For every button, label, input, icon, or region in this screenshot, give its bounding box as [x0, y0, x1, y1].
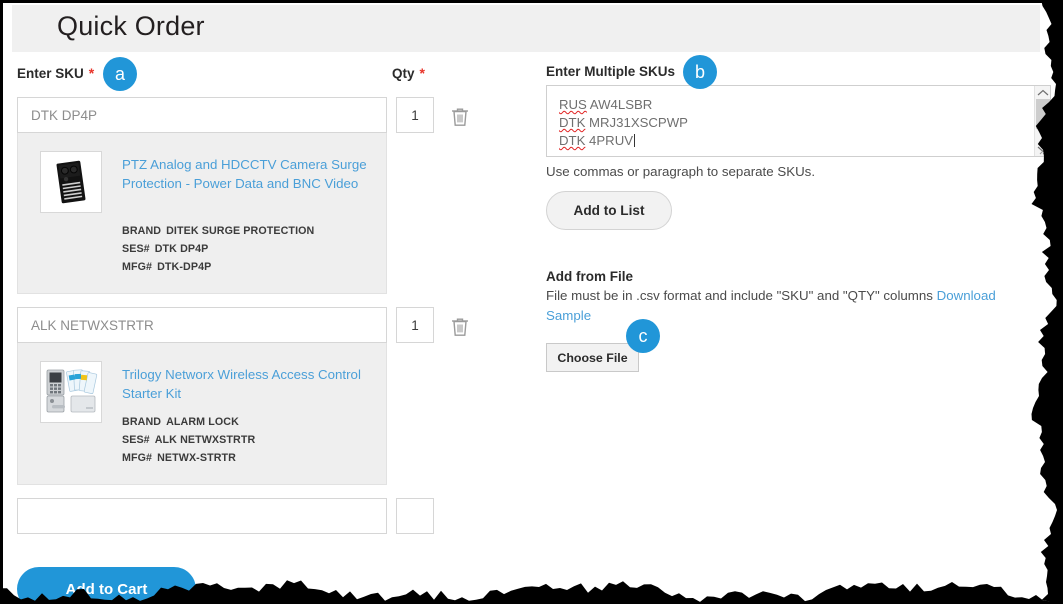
- sku-required-asterisk: *: [88, 65, 95, 81]
- mfg-value-row-2: NETWX-STRTR: [157, 452, 236, 464]
- trash-icon: [452, 318, 468, 336]
- mfg-key-row-2: MFG#: [122, 452, 153, 464]
- product-brand-row-2: BRAND ALARM LOCK: [122, 413, 239, 432]
- textarea-resize-grip[interactable]: [1037, 143, 1049, 155]
- mfg-value-row-1: DTK-DP4P: [157, 261, 212, 273]
- product-panel-row-2: Trilogy Networx Wireless Access Control …: [17, 343, 387, 485]
- annotation-badge-b: b: [683, 55, 717, 89]
- product-thumbnail-row-1: [40, 151, 102, 213]
- product-ses-row-1: SES# DTK DP4P: [122, 240, 208, 259]
- trash-icon: [452, 108, 468, 126]
- brand-value-row-2: ALARM LOCK: [166, 416, 239, 428]
- multiple-skus-field-wrap: RUS AW4LSBR DTK MRJ31XSCPWP DTK 4PRUV: [546, 85, 1051, 157]
- product-brand-row-1: BRAND DITEK SURGE PROTECTION: [122, 222, 314, 241]
- product-ses-row-2: SES# ALK NETWXSTRTR: [122, 431, 255, 450]
- product-panel-row-1: PTZ Analog and HDCCTV Camera Surge Prote…: [17, 133, 387, 294]
- page-title: Quick Order: [57, 11, 205, 41]
- qty-input-row-2[interactable]: [396, 307, 434, 343]
- enter-sku-label: Enter SKU *: [17, 65, 94, 81]
- brand-key-row-2: BRAND: [122, 416, 162, 428]
- quick-order-page: Quick Order Enter SKU * a Qty * DTK DP4P…: [0, 0, 1063, 604]
- qty-label: Qty *: [392, 65, 425, 81]
- brand-key-row-1: BRAND: [122, 225, 162, 237]
- scrollbar-thumb[interactable]: [1036, 99, 1050, 129]
- qty-input-row-1[interactable]: [396, 97, 434, 133]
- product-thumbnail-row-2: [40, 361, 102, 423]
- frame-edge-left: [0, 0, 3, 604]
- qty-required-asterisk: *: [419, 65, 425, 81]
- scroll-up-arrow-icon[interactable]: [1036, 89, 1050, 97]
- add-from-file-heading: Add from File: [546, 269, 633, 284]
- sku-input-row-1[interactable]: [17, 97, 387, 133]
- choose-file-button[interactable]: Choose File: [546, 343, 639, 372]
- product-title-row-1[interactable]: PTZ Analog and HDCCTV Camera Surge Prote…: [122, 155, 372, 193]
- ses-value-row-1: DTK DP4P: [154, 243, 209, 255]
- product-mfg-row-2: MFG# NETWX-STRTR: [122, 449, 236, 468]
- delete-row-1-button[interactable]: [450, 106, 470, 128]
- brand-value-row-1: DITEK SURGE PROTECTION: [166, 225, 315, 237]
- multiple-skus-textarea[interactable]: [546, 85, 1051, 157]
- frame-edge-top: [0, 0, 1063, 3]
- multiple-skus-hint: Use commas or paragraph to separate SKUs…: [546, 164, 816, 179]
- delete-row-2-button[interactable]: [450, 316, 470, 338]
- ses-key-row-2: SES#: [122, 434, 150, 446]
- enter-multiple-skus-label: Enter Multiple SKUs: [546, 64, 676, 79]
- sku-input-row-3[interactable]: [17, 498, 387, 534]
- enter-sku-label-text: Enter SKU: [17, 66, 84, 81]
- mfg-key-row-1: MFG#: [122, 261, 153, 273]
- qty-label-text: Qty: [392, 66, 415, 81]
- add-to-list-button[interactable]: Add to List: [546, 191, 672, 230]
- file-format-text: File must be in .csv format and include …: [546, 288, 937, 303]
- ses-key-row-1: SES#: [122, 243, 150, 255]
- file-format-description: File must be in .csv format and include …: [546, 286, 1016, 326]
- product-title-row-2[interactable]: Trilogy Networx Wireless Access Control …: [122, 365, 372, 403]
- qty-input-row-3[interactable]: [396, 498, 434, 534]
- product-mfg-row-1: MFG# DTK-DP4P: [122, 258, 211, 277]
- annotation-badge-a: a: [103, 57, 137, 91]
- ses-value-row-2: ALK NETWXSTRTR: [154, 434, 256, 446]
- annotation-badge-c: c: [626, 319, 660, 353]
- add-to-cart-button[interactable]: Add to Cart: [17, 567, 196, 604]
- sku-input-row-2[interactable]: [17, 307, 387, 343]
